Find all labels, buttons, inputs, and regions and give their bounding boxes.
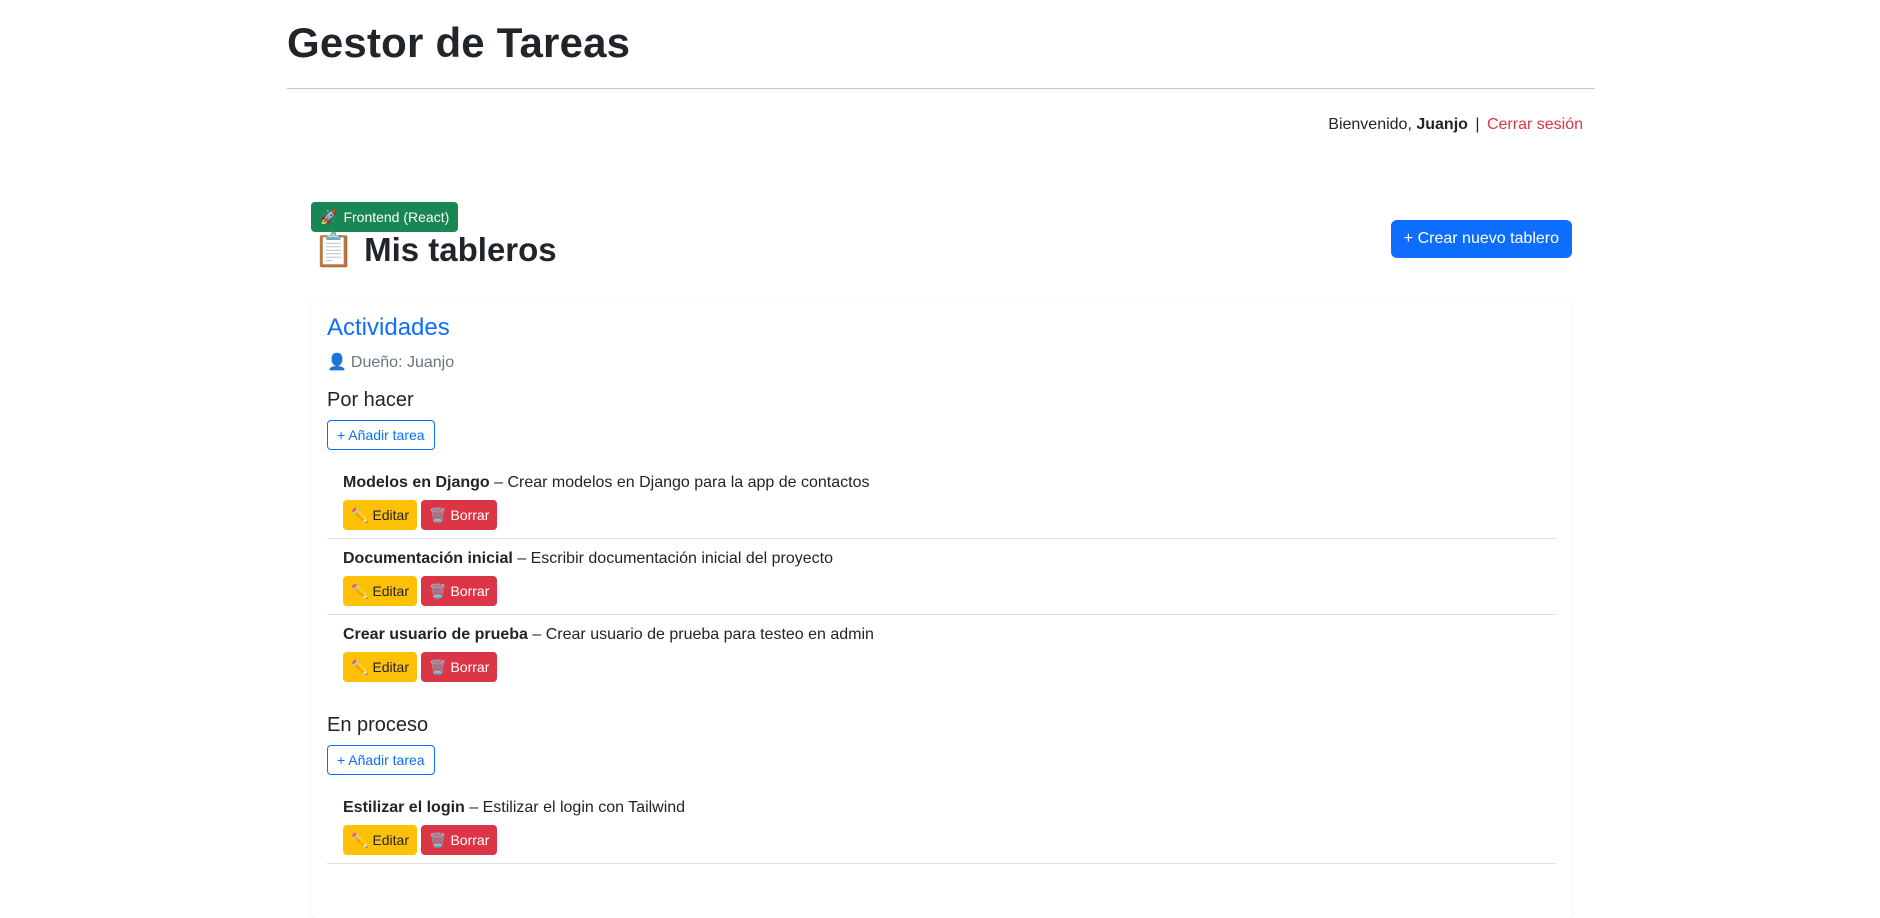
edit-task-button[interactable]: ✏️ Editar [343,825,418,855]
edit-task-button[interactable]: ✏️ Editar [343,500,418,530]
task-name: Crear usuario de prueba [343,626,528,643]
main-content: 🚀 Frontend (React) 📋 Mis tableros + Crear … [311,202,1572,918]
delete-label: Borrar [450,583,490,599]
delete-label: Borrar [450,507,490,523]
task-description: – Crear modelos en Django para la app de… [494,474,870,491]
user-bar-separator: | [1475,116,1480,133]
rocket-icon: 🚀 [320,209,338,225]
pencil-icon: ✏️ [351,832,369,848]
trash-icon: 🗑️ [429,659,447,675]
add-task-button[interactable]: + Añadir tarea [327,420,435,450]
task-actions: ✏️ Editar 🗑️ Borrar [343,825,1540,855]
task-text: Modelos en Django – Crear modelos en Dja… [343,472,1540,494]
trash-icon: 🗑️ [429,507,447,523]
task-description: – Estilizar el login con Tailwind [469,799,686,816]
owner-label: Dueño: Juanjo [350,354,455,371]
welcome-text: Bienvenido, [1328,116,1412,133]
edit-label: Editar [372,507,410,523]
board-owner: 👤 Dueño: Juanjo [327,352,1556,372]
page-title: 📋 Mis tableros [313,230,557,270]
app-container: Gestor de Tareas Bienvenido, Juanjo | Ce… [287,0,1595,918]
delete-task-button[interactable]: 🗑️ Borrar [421,576,498,606]
delete-label: Borrar [450,659,490,675]
username: Juanjo [1416,116,1468,133]
app-title: Gestor de Tareas [287,19,631,66]
user-bar: Bienvenido, Juanjo | Cerrar sesión [1328,116,1583,134]
task-item: Crear usuario de prueba – Crear usuario … [327,624,1556,690]
pencil-icon: ✏️ [351,507,369,523]
column-title-en-proceso: En proceso [327,714,429,736]
header-divider [287,88,1595,89]
page-header: 📋 Mis tableros + Crear nuevo tablero [311,220,1572,276]
delete-label: Borrar [450,832,490,848]
task-item: Estilizar el login – Estilizar el login … [327,797,1556,864]
pencil-icon: ✏️ [351,659,369,675]
trash-icon: 🗑️ [429,832,447,848]
create-board-button[interactable]: + Crear nuevo tablero [1390,220,1572,258]
task-description: – Escribir documentación inicial del pro… [517,550,833,567]
person-icon: 👤 [327,354,347,371]
task-text: Crear usuario de prueba – Crear usuario … [343,624,1540,646]
delete-task-button[interactable]: 🗑️ Borrar [421,500,498,530]
clipboard-icon: 📋 [313,231,355,268]
task-text: Documentación inicial – Escribir documen… [343,548,1540,570]
delete-task-button[interactable]: 🗑️ Borrar [421,825,498,855]
task-actions: ✏️ Editar 🗑️ Borrar [343,652,1540,682]
edit-label: Editar [372,659,410,675]
delete-task-button[interactable]: 🗑️ Borrar [421,652,498,682]
task-name: Documentación inicial [343,550,513,567]
edit-task-button[interactable]: ✏️ Editar [343,652,418,682]
task-list: Modelos en Django – Crear modelos en Dja… [327,472,1556,690]
frontend-badge: 🚀 Frontend (React) [311,202,459,232]
frontend-badge-label: Frontend (React) [343,209,450,225]
task-item: Documentación inicial – Escribir documen… [327,548,1556,615]
page-title-text: Mis tableros [364,231,557,268]
board-title[interactable]: Actividades [327,312,1556,344]
add-task-button[interactable]: + Añadir tarea [327,745,435,775]
task-actions: ✏️ Editar 🗑️ Borrar [343,500,1540,530]
pencil-icon: ✏️ [351,583,369,599]
edit-label: Editar [372,583,410,599]
task-name: Estilizar el login [343,799,465,816]
task-description: – Crear usuario de prueba para testeo en… [532,626,874,643]
board-card: Actividades 👤 Dueño: Juanjo Por hacer + A… [311,298,1572,918]
task-list: Estilizar el login – Estilizar el login … [327,797,1556,864]
edit-label: Editar [372,832,410,848]
column-title-por-hacer: Por hacer [327,389,414,411]
task-item: Modelos en Django – Crear modelos en Dja… [327,472,1556,539]
trash-icon: 🗑️ [429,583,447,599]
task-actions: ✏️ Editar 🗑️ Borrar [343,576,1540,606]
edit-task-button[interactable]: ✏️ Editar [343,576,418,606]
task-name: Modelos en Django [343,474,490,491]
task-text: Estilizar el login – Estilizar el login … [343,797,1540,819]
logout-link[interactable]: Cerrar sesión [1487,116,1583,133]
